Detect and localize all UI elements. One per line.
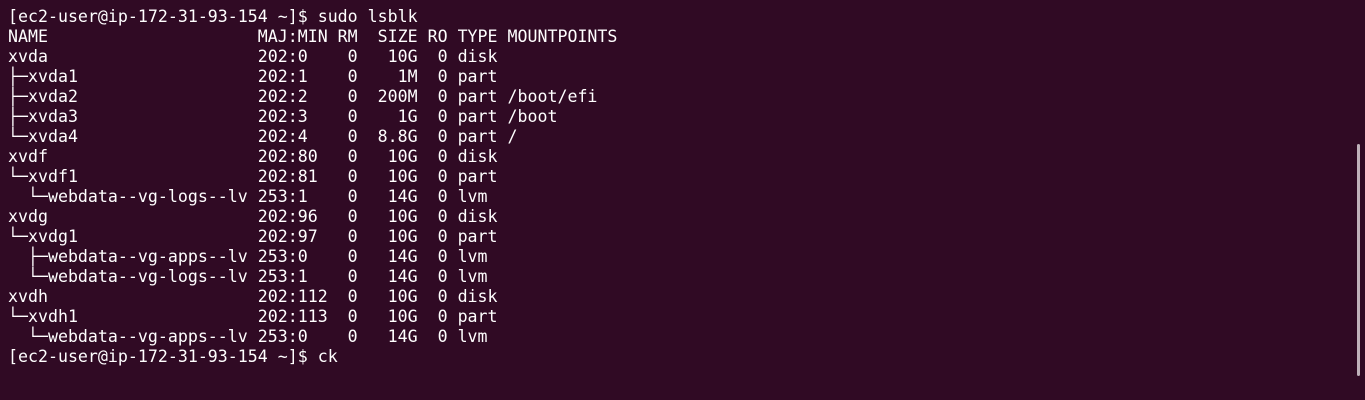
lsblk-row: └─xvda4 202:4 0 8.8G 0 part /: [8, 127, 518, 146]
lsblk-row: └─webdata--vg-logs--lv 253:1 0 14G 0 lvm: [8, 267, 488, 286]
lsblk-row: xvdf 202:80 0 10G 0 disk: [8, 147, 498, 166]
lsblk-row: xvda 202:0 0 10G 0 disk: [8, 47, 498, 66]
lsblk-row: xvdg 202:96 0 10G 0 disk: [8, 207, 498, 226]
terminal-scrollbar[interactable]: [1357, 144, 1360, 376]
lsblk-header-row: NAME MAJ:MIN RM SIZE RO TYPE MOUNTPOINTS: [8, 27, 618, 46]
command-input-line[interactable]: [ec2-user@ip-172-31-93-154 ~]$ ck: [8, 347, 1365, 367]
lsblk-row: └─xvdg1 202:97 0 10G 0 part: [8, 227, 498, 246]
lsblk-row: ├─xvda3 202:3 0 1G 0 part /boot: [8, 107, 558, 126]
lsblk-row: └─webdata--vg-logs--lv 253:1 0 14G 0 lvm: [8, 187, 488, 206]
lsblk-row: xvdh 202:112 0 10G 0 disk: [8, 287, 498, 306]
lsblk-row: ├─xvda1 202:1 0 1M 0 part: [8, 67, 498, 86]
lsblk-row: └─xvdf1 202:81 0 10G 0 part: [8, 167, 498, 186]
prompt-line: [ec2-user@ip-172-31-93-154 ~]$ sudo lsbl…: [8, 7, 418, 26]
terminal-window[interactable]: [ec2-user@ip-172-31-93-154 ~]$ sudo lsbl…: [0, 0, 1365, 400]
lsblk-row: └─xvdh1 202:113 0 10G 0 part: [8, 307, 498, 326]
lsblk-row: ├─xvda2 202:2 0 200M 0 part /boot/efi: [8, 87, 598, 106]
lsblk-row: └─webdata--vg-apps--lv 253:0 0 14G 0 lvm: [8, 327, 488, 346]
lsblk-row: ├─webdata--vg-apps--lv 253:0 0 14G 0 lvm: [8, 247, 488, 266]
